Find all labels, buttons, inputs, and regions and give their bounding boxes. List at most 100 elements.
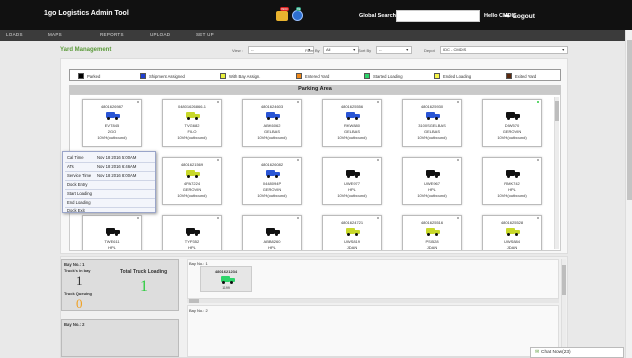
status-dot <box>137 101 139 103</box>
depot-select[interactable]: IDC - CMDIS ▼ <box>440 46 568 54</box>
truck-icon <box>186 228 200 236</box>
bay-truck-card[interactable]: 4801621234 1199 <box>200 266 252 292</box>
logout-button[interactable]: ➡ Logout <box>504 12 535 20</box>
menu-item-setup[interactable]: SET UP <box>196 32 214 37</box>
bay-panel-scrollbar[interactable] <box>561 259 566 357</box>
truck-details-popup: Cal Time Nov 18 2016 5:00AM ATs Nov 18 2… <box>62 151 156 213</box>
cart-icon[interactable] <box>276 11 288 21</box>
logout-label: Logout <box>512 13 535 20</box>
bay-summary-1: Bay No.: 1 Truck's in bay 1 Total Truck … <box>61 259 179 311</box>
filter-sort-by: Sort By -- ▼ <box>358 46 418 55</box>
chat-now-button[interactable]: ✉ Chat Now(23) <box>530 347 624 358</box>
truck-card-line: UWS819 <box>343 239 360 244</box>
truck-card[interactable]: UWE977 HPL 10VH(outbound) <box>322 157 382 205</box>
truck-card-line: 3100SGELBAS <box>418 123 446 128</box>
truck-card-line: GEROVIN <box>182 187 202 192</box>
truck-card[interactable]: ABB8260HPL10VH(outbound) <box>242 215 302 250</box>
bay-panel-scroll-thumb[interactable] <box>562 265 566 295</box>
page-scrollbar[interactable] <box>625 30 632 358</box>
truck-icon <box>506 112 520 120</box>
popup-label: Service Time <box>67 173 92 178</box>
legend-swatch <box>140 73 146 79</box>
truck-card[interactable]: DIW570 GEROVIN 10VH(outbound) <box>482 99 542 147</box>
truck-card-line: GEROVIN <box>502 129 522 134</box>
truck-card[interactable]: 4801625556 RKW880 GELBAS 10VH(outbound) <box>322 99 382 147</box>
parking-scroll-thumb[interactable] <box>555 101 559 121</box>
chevron-down-icon: ▼ <box>352 48 356 52</box>
truck-card-line: RKW880 <box>343 123 360 128</box>
truck-card[interactable]: 4801626082 0448094P GEROVIN 10VH(outbound) <box>242 157 302 205</box>
global-search-input[interactable] <box>396 10 480 22</box>
legend-label: Shipment Assigned <box>149 73 185 79</box>
truck-card-id: 4801624603 <box>260 104 284 109</box>
truck-icon <box>426 112 440 120</box>
popup-divider <box>65 162 155 163</box>
filter-view-label: View : <box>232 48 243 53</box>
truck-card-line: JDAN <box>506 245 518 250</box>
bay-scroll-thumb[interactable] <box>189 299 199 303</box>
truck-icon <box>346 228 360 236</box>
bay-title: Bay No.: 1 <box>64 262 85 267</box>
bay-row-tag: Bay No.: 2 <box>189 308 208 313</box>
truck-card[interactable]: RMK742 HPL 10VH(outbound) <box>482 157 542 205</box>
truck-card-line: 10VH(outbound) <box>97 135 127 140</box>
page-scroll-thumb[interactable] <box>627 40 632 200</box>
truck-card[interactable]: 4801624603 ABK6062 GELBAS 10VH(outbound) <box>242 99 302 147</box>
sort-by-select[interactable]: -- ▼ <box>376 46 412 54</box>
truck-card[interactable]: 4801626987 EVT845 2GO 10VH(outbound) <box>82 99 142 147</box>
bay-horizontal-scrollbar[interactable] <box>187 299 559 303</box>
total-loading-count: 1 <box>140 278 148 295</box>
popup-row-dock-entry: Dock Entry <box>67 182 87 187</box>
popup-row-service-time: Service Time Nov 18 2016 8:00AM <box>67 173 136 178</box>
arrow-right-icon: ➡ <box>504 13 510 20</box>
bay-summary-2: Bay No.: 2 <box>61 319 179 357</box>
menu-bar: LOADS MAPS REPORTS UPLOAD SET UP <box>0 30 632 41</box>
truck-card[interactable]: 4801625516PSI528JDAN10VH(outbound) <box>402 215 462 250</box>
truck-card[interactable]: 4801625528UWS884JDAN10VH(outbound) <box>482 215 542 250</box>
truck-card-line: UWE977 <box>343 181 360 186</box>
truck-card-line: GELBAS <box>343 129 360 134</box>
truck-card[interactable]: 4801621569 4PA7224 GEROVIN 10VH(outbound) <box>162 157 222 205</box>
truck-card[interactable]: TYP352HPL10VH(outbound) <box>162 215 222 250</box>
page-title: Yard Management <box>60 47 112 53</box>
truck-card[interactable]: 4801625930 3100SGELBAS GELBAS 10VH(outbound… <box>402 99 462 147</box>
truck-card-line: 2GO <box>107 129 117 134</box>
truck-card-line: ABB8260 <box>263 239 281 244</box>
legend-label: With Bay Assign. <box>229 73 261 79</box>
menu-item-upload[interactable]: UPLOAD <box>150 32 170 37</box>
popup-label: Start Loading <box>67 191 92 196</box>
total-loading-label: Total Truck Loading <box>120 269 168 275</box>
popup-divider <box>65 198 155 199</box>
status-dot <box>137 217 139 219</box>
status-legend: Parked Shipment Assigned With Bay Assign… <box>69 69 561 81</box>
status-dot <box>217 159 219 161</box>
truck-icon <box>426 228 440 236</box>
truck-card-line: 10VH(outbound) <box>497 135 527 140</box>
globe-icon[interactable] <box>292 10 303 21</box>
truck-card-id: 4801626987 <box>100 104 124 109</box>
bay-title: Bay No.: 2 <box>64 322 85 327</box>
filter-by-value: All <box>326 47 331 52</box>
menu-item-reports[interactable]: REPORTS <box>100 32 124 37</box>
menu-item-maps[interactable]: MAPS <box>48 32 62 37</box>
truck-card[interactable]: 4801624721UWS819JDAN10VH(outbound) <box>322 215 382 250</box>
parking-scrollbar[interactable] <box>554 97 559 249</box>
truck-card-line: 10VH(outbound) <box>337 193 367 198</box>
status-dot <box>537 101 539 103</box>
truck-icon <box>506 170 520 178</box>
truck-card[interactable]: TWE611HPL10VH(outbound) <box>82 215 142 250</box>
status-dot <box>377 159 379 161</box>
truck-card-id: 4801624721 <box>340 220 364 225</box>
top-bar: 1go Logistics Admin Tool 9900 69 Global … <box>0 0 632 30</box>
truck-card-line: 0448094P <box>262 181 282 186</box>
truck-card[interactable]: UWE967 HPL 10VH(outbound) <box>402 157 462 205</box>
truck-card-id: 4801625930 <box>420 104 444 109</box>
truck-icon <box>106 112 120 120</box>
trucks-in-bay-count: 1 <box>76 273 83 288</box>
status-dot <box>457 101 459 103</box>
filter-by-select[interactable]: All ▼ <box>323 46 359 54</box>
truck-card-line: HPL <box>508 187 516 192</box>
legend-swatch <box>434 73 440 79</box>
truck-card[interactable]: 04801626866-1 TVG682 FILO 10VH(outbound) <box>162 99 222 147</box>
menu-item-loads[interactable]: LOADS <box>6 32 23 37</box>
